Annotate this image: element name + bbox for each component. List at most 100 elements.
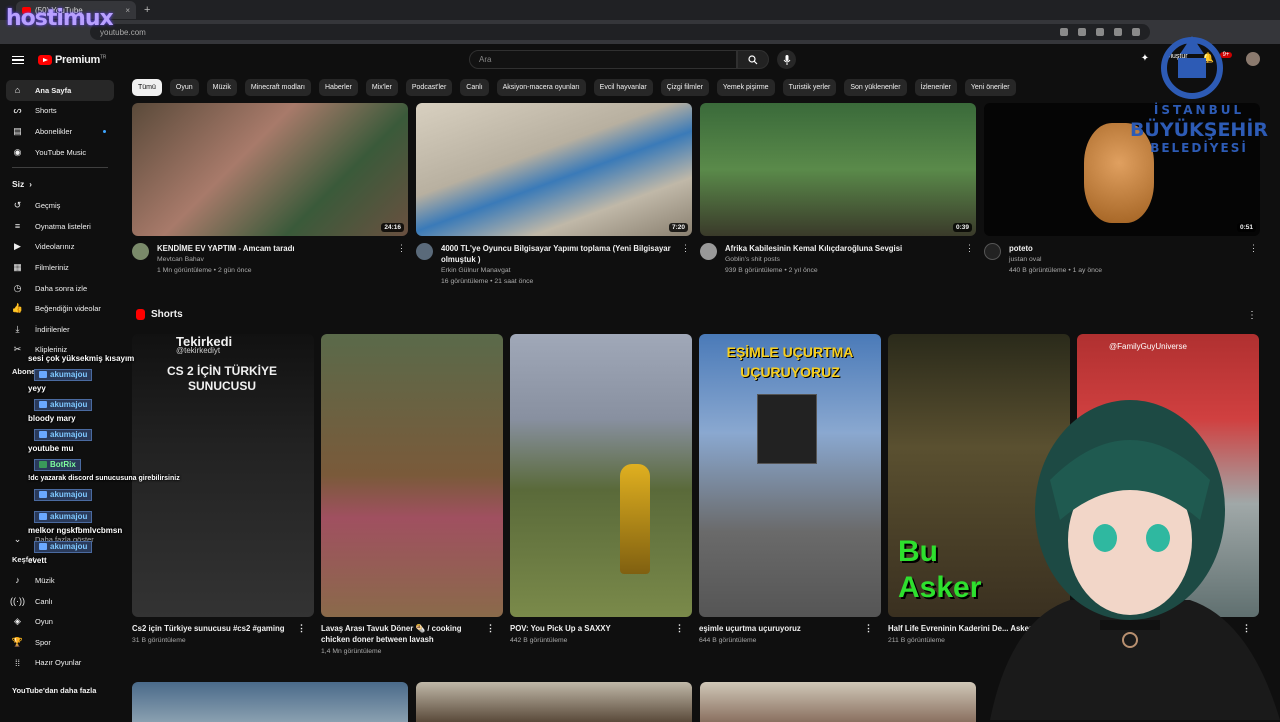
more-vert-icon[interactable]: ⋮: [397, 243, 406, 254]
chat-username-text: akumajou: [50, 490, 88, 499]
more-vert-icon[interactable]: ⋮: [675, 623, 684, 634]
channel-avatar[interactable]: [984, 243, 1001, 260]
chip[interactable]: Canlı: [460, 79, 489, 96]
sidebar-item-playables[interactable]: ⁞⁞ Hazır Oyunlar: [0, 653, 120, 674]
short-overlay-text: CS 2 İÇİN TÜRKİYE SUNUCUSU: [166, 364, 277, 393]
channel-avatar[interactable]: [700, 243, 717, 260]
chip[interactable]: İzlenenler: [914, 79, 957, 96]
sidebar-item-gaming[interactable]: ◈ Oyun: [0, 611, 120, 632]
chip[interactable]: Mix'ler: [365, 79, 398, 96]
youtube-play-icon: [38, 55, 52, 65]
more-vert-icon[interactable]: ⋮: [1247, 310, 1257, 321]
bookmark-star-icon[interactable]: [1078, 28, 1086, 36]
extension-icon[interactable]: [1060, 28, 1068, 36]
chip[interactable]: Müzik: [206, 79, 237, 96]
filter-chips: Tümü Oyun Müzik Minecraft modları Haberl…: [132, 79, 1016, 96]
sidebar-item-liked[interactable]: 👍 Beğendiğin videolar: [0, 298, 120, 319]
video-card[interactable]: 24:16 KENDİME EV YAPTIM - Amcam taradı M…: [132, 103, 408, 287]
more-vert-icon[interactable]: ⋮: [486, 623, 495, 634]
chip[interactable]: Yemek pişirme: [716, 79, 775, 96]
divider: [12, 167, 108, 169]
chip[interactable]: Yeni öneriler: [964, 79, 1016, 96]
chip[interactable]: Çizgi filmler: [660, 79, 709, 96]
chip-all[interactable]: Tümü: [132, 79, 162, 96]
short-thumbnail[interactable]: [321, 334, 503, 617]
channel-name[interactable]: justan oval: [1009, 254, 1244, 265]
chip[interactable]: Podcast'ler: [405, 79, 453, 96]
sidebar-you-header[interactable]: Siz ›: [0, 173, 120, 195]
sidebar-item-your-videos[interactable]: ▶ Videolarınız: [0, 237, 120, 258]
short-title[interactable]: Cs2 için Türkiye sunucusu #cs2 #gaming ⋮: [132, 623, 306, 634]
video-grid-row: [132, 682, 976, 722]
youtube-logo[interactable]: PremiumTR: [38, 54, 106, 66]
video-title[interactable]: 4000 TL'ye Oyuncu Bilgisayar Yapımı topl…: [441, 243, 676, 265]
sidebar-item-history[interactable]: ↺ Geçmiş: [0, 195, 120, 216]
more-vert-icon[interactable]: ⋮: [864, 623, 873, 634]
chip[interactable]: Turistik yerler: [782, 79, 837, 96]
short-card[interactable]: Lavaş Arası Tavuk Döner 🌯 / cooking chic…: [321, 334, 503, 658]
sidebar-item-subscriptions[interactable]: ▤ Abonelikler: [0, 121, 120, 142]
duration-badge: 0:51: [1236, 223, 1256, 232]
sidebar-item-live[interactable]: ((·)) Canlı: [0, 591, 120, 612]
sidebar-item-music[interactable]: ◉ YouTube Music: [0, 142, 120, 163]
extension-icon[interactable]: [1096, 28, 1104, 36]
menu-icon[interactable]: [12, 55, 24, 65]
short-thumbnail[interactable]: [510, 334, 692, 617]
sidebar-item-playlists[interactable]: ≡ Oynatma listeleri: [0, 216, 120, 237]
channel-avatar[interactable]: [416, 243, 433, 260]
video-thumbnail[interactable]: 24:16: [132, 103, 408, 236]
more-vert-icon[interactable]: ⋮: [681, 243, 690, 254]
playables-icon: ⁞⁞: [14, 657, 20, 668]
sidebar-item-sports[interactable]: 🏆 Spor: [0, 632, 120, 653]
search-button[interactable]: [737, 50, 769, 69]
video-card[interactable]: 7:20 4000 TL'ye Oyuncu Bilgisayar Yapımı…: [416, 103, 692, 287]
video-thumbnail[interactable]: [700, 682, 976, 722]
video-thumbnail[interactable]: 7:20: [416, 103, 692, 236]
short-title-text: Lavaş Arası Tavuk Döner 🌯 / cooking chic…: [321, 624, 462, 644]
channel-avatar[interactable]: [132, 243, 149, 260]
more-vert-icon[interactable]: ⋮: [1249, 243, 1258, 254]
new-tab-button[interactable]: +: [144, 4, 150, 16]
short-thumbnail[interactable]: EŞİMLE UÇURTMA UÇURUYORUZ: [699, 334, 881, 617]
voice-search-button[interactable]: [777, 50, 796, 69]
short-title[interactable]: eşimle uçurtma uçuruyoruz ⋮: [699, 623, 873, 634]
logo-text: Premium: [55, 54, 100, 66]
kite-image: [757, 394, 817, 464]
sidebar-item-movies[interactable]: ▦ Filmleriniz: [0, 257, 120, 278]
channel-name[interactable]: Goblin's shit posts: [725, 254, 960, 265]
short-title[interactable]: POV: You Pick Up a SAXXY ⋮: [510, 623, 684, 634]
download-icon: ⤓: [15, 323, 20, 334]
video-title[interactable]: KENDİME EV YAPTIM - Amcam taradı: [157, 243, 392, 254]
channel-name[interactable]: Mevtcan Bahav: [157, 254, 392, 265]
sidebar-item-shorts[interactable]: ᔕ Shorts: [0, 101, 120, 122]
tab-close-icon[interactable]: ×: [125, 6, 130, 15]
sidebar-item-downloads[interactable]: ⤓ İndirilenler: [0, 319, 120, 340]
chip[interactable]: Oyun: [169, 79, 199, 96]
chip[interactable]: Evcil hayvanlar: [593, 79, 653, 96]
video-grid-row: 24:16 KENDİME EV YAPTIM - Amcam taradı M…: [132, 103, 1260, 287]
sidebar-item-watch-later[interactable]: ◷ Daha sonra izle: [0, 278, 120, 299]
chip[interactable]: Son yüklenenler: [844, 79, 907, 96]
sidebar-item-music-explore[interactable]: ♪ Müzik: [0, 570, 120, 591]
video-thumbnail[interactable]: [132, 682, 408, 722]
video-title[interactable]: poteto: [1009, 243, 1244, 254]
channel-name[interactable]: Erkin Gülnur Manavgat: [441, 265, 676, 276]
more-vert-icon[interactable]: ⋮: [965, 243, 974, 254]
chip[interactable]: Haberler: [319, 79, 358, 96]
short-card[interactable]: POV: You Pick Up a SAXXY ⋮ 442 B görüntül…: [510, 334, 692, 658]
trophy-image: [620, 464, 650, 574]
address-bar[interactable]: youtube.com: [90, 24, 1150, 40]
short-title[interactable]: Lavaş Arası Tavuk Döner 🌯 / cooking chic…: [321, 623, 495, 645]
video-card[interactable]: 0:39 Afrika Kabilesinin Kemal Kılıçdaroğ…: [700, 103, 976, 287]
search-input[interactable]: Ara: [469, 50, 737, 69]
short-card[interactable]: EŞİMLE UÇURTMA UÇURUYORUZ eşimle uçurtma…: [699, 334, 881, 658]
user-badge-icon: [39, 491, 47, 498]
video-thumbnail[interactable]: [416, 682, 692, 722]
chip[interactable]: Aksiyon-macera oyunları: [496, 79, 586, 96]
chat-message: bloody mary: [28, 414, 76, 423]
more-vert-icon[interactable]: ⋮: [297, 623, 306, 634]
chip[interactable]: Minecraft modları: [244, 79, 311, 96]
video-thumbnail[interactable]: 0:39: [700, 103, 976, 236]
sidebar-item-home[interactable]: ⌂ Ana Sayfa: [6, 80, 114, 101]
video-title[interactable]: Afrika Kabilesinin Kemal Kılıçdaroğluna …: [725, 243, 960, 254]
